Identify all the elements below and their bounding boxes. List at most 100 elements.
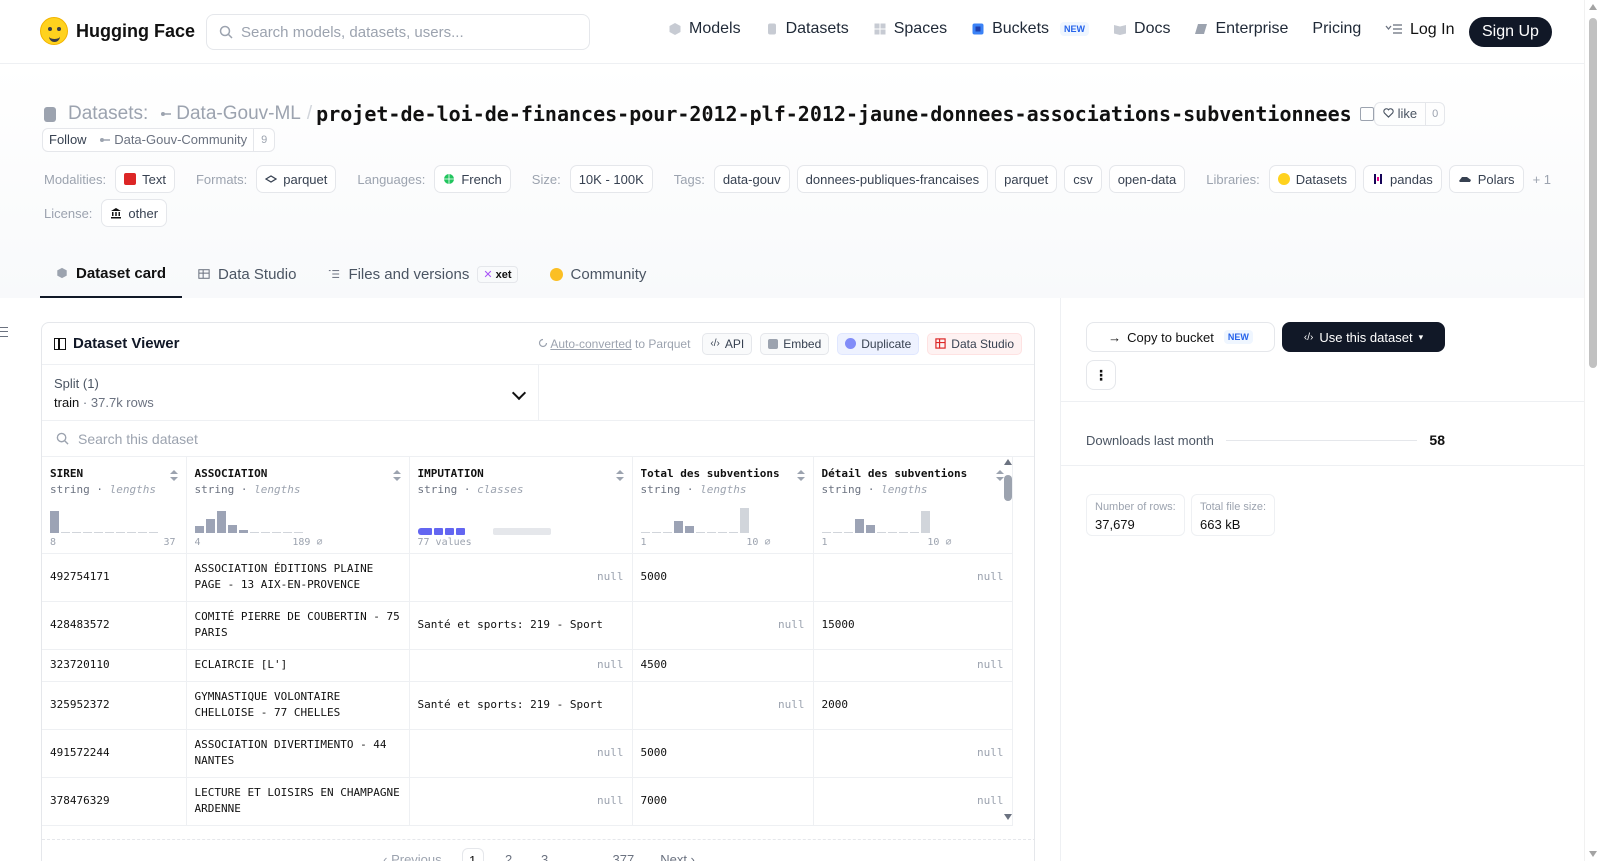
- table-cell[interactable]: null: [409, 777, 633, 826]
- api-button[interactable]: ‹/› API: [702, 332, 753, 355]
- table-cell[interactable]: 4500: [632, 649, 814, 682]
- histogram-bar[interactable]: [260, 532, 270, 533]
- table-cell[interactable]: null: [632, 601, 814, 650]
- histogram-bar[interactable]: [271, 532, 281, 533]
- library-tag-datasets[interactable]: Datasets: [1268, 165, 1357, 193]
- table-cell[interactable]: ASSOCIATION DIVERTIMENTO - 44 NANTES: [186, 729, 410, 778]
- copy-icon[interactable]: [1359, 107, 1374, 121]
- histogram-bar[interactable]: [673, 521, 683, 533]
- table-row[interactable]: 428483572 COMITÉ PIERRE DE COUBERTIN - 75…: [42, 601, 1013, 650]
- histogram-bar[interactable]: [149, 532, 158, 533]
- table-cell[interactable]: 491572244: [42, 729, 187, 778]
- tab-files-and-versions[interactable]: Files and versions ✕ xet: [312, 250, 533, 298]
- table-cell[interactable]: 428483572: [42, 601, 187, 650]
- table-row[interactable]: 323720110 ECLAIRCIE [L'] null 4500 null: [42, 649, 1013, 682]
- license-tag[interactable]: other: [101, 199, 168, 227]
- nav-docs[interactable]: Docs: [1113, 20, 1170, 38]
- page-scrollbar[interactable]: [1584, 0, 1600, 861]
- duplicate-button[interactable]: Duplicate: [837, 332, 920, 355]
- histogram-bar[interactable]: [854, 519, 864, 533]
- table-cell[interactable]: 492754171: [42, 553, 187, 602]
- table-row[interactable]: 325952372 GYMNASTIQUE VOLONTAIRE CHELLOIS…: [42, 681, 1013, 730]
- table-cell[interactable]: 2000: [813, 681, 1013, 730]
- brand-logo[interactable]: Hugging Face: [40, 17, 195, 45]
- table-cell[interactable]: null: [813, 777, 1013, 826]
- histogram-bar[interactable]: [227, 525, 237, 533]
- format-tag-parquet[interactable]: parquet: [256, 165, 337, 193]
- histogram-bar[interactable]: [138, 532, 147, 533]
- tag-data-gouv[interactable]: data-gouv: [713, 165, 790, 193]
- table-cell[interactable]: Santé et sports: 219 - Sport: [409, 681, 633, 730]
- auto-converted-link[interactable]: Auto-converted: [550, 337, 631, 351]
- page-2[interactable]: 2: [498, 848, 520, 861]
- page-last[interactable]: 377: [607, 848, 641, 861]
- histogram-bar[interactable]: [94, 532, 103, 533]
- tab-data-studio[interactable]: Data Studio: [182, 250, 312, 298]
- table-cell[interactable]: 323720110: [42, 649, 187, 682]
- tag-csv[interactable]: csv: [1064, 165, 1102, 193]
- histogram-bar[interactable]: [83, 532, 92, 533]
- library-tag-polars[interactable]: Polars: [1448, 165, 1524, 193]
- more-libraries[interactable]: + 1: [1533, 172, 1551, 187]
- table-cell[interactable]: 378476329: [42, 777, 187, 826]
- table-cell[interactable]: 325952372: [42, 681, 187, 730]
- table-scrollbar[interactable]: [1003, 457, 1013, 822]
- table-cell[interactable]: Santé et sports: 219 - Sport: [409, 601, 633, 650]
- histogram-bar[interactable]: [717, 532, 727, 533]
- histogram-bar[interactable]: [116, 532, 125, 533]
- tab-dataset-card[interactable]: Dataset card: [40, 250, 183, 298]
- histogram-bar[interactable]: [127, 532, 136, 533]
- sort-icon[interactable]: [169, 470, 178, 482]
- page-1[interactable]: 1: [461, 847, 484, 861]
- like-button[interactable]: like 0: [1374, 102, 1446, 126]
- nav-models[interactable]: Models: [668, 20, 741, 38]
- histogram-bar[interactable]: [821, 532, 831, 533]
- tag-parquet[interactable]: parquet: [995, 165, 1058, 193]
- nav-enterprise[interactable]: Enterprise: [1194, 20, 1288, 38]
- table-cell[interactable]: null: [409, 553, 633, 602]
- sort-icon[interactable]: [615, 470, 624, 482]
- column-header-detail-subventions[interactable]: Détail des subventions string · lengths …: [813, 457, 1013, 554]
- copy-to-bucket-button[interactable]: → Copy to bucket NEW: [1086, 322, 1275, 352]
- table-row[interactable]: 378476329 LECTURE ET LOISIRS EN CHAMPAGNE…: [42, 777, 1013, 826]
- nav-buckets[interactable]: Buckets NEW: [971, 20, 1090, 38]
- signup-button[interactable]: Sign Up: [1469, 17, 1552, 47]
- table-cell[interactable]: null: [409, 729, 633, 778]
- nav-more-menu[interactable]: [1385, 22, 1403, 36]
- global-search[interactable]: [206, 14, 590, 50]
- table-row[interactable]: 492754171 ASSOCIATION ÉDITIONS PLAINE PAG…: [42, 553, 1013, 602]
- histogram-bar[interactable]: [249, 532, 259, 533]
- table-cell[interactable]: LECTURE ET LOISIRS EN CHAMPAGNE ARDENNE: [186, 777, 410, 826]
- histogram-bar[interactable]: [920, 511, 930, 533]
- table-cell[interactable]: ASSOCIATION ÉDITIONS PLAINE PAGE - 13 AI…: [186, 553, 410, 602]
- histogram-bar[interactable]: [909, 532, 919, 533]
- histogram-bar[interactable]: [887, 532, 897, 533]
- histogram-bar[interactable]: [238, 530, 248, 533]
- tag-donnees-publiques[interactable]: donnees-publiques-francaises: [796, 165, 989, 193]
- tag-open-data[interactable]: open-data: [1108, 165, 1186, 193]
- histogram-bar[interactable]: [876, 532, 886, 533]
- histogram-bar[interactable]: [898, 532, 908, 533]
- dataset-name[interactable]: projet-de-loi-de-finances-pour-2012-plf-…: [316, 102, 1352, 126]
- histogram-bar[interactable]: [843, 532, 853, 533]
- owner-link[interactable]: Data-Gouv-ML: [176, 103, 301, 125]
- table-cell[interactable]: 5000: [632, 729, 814, 778]
- sort-icon[interactable]: [392, 470, 401, 482]
- page-3[interactable]: 3: [534, 848, 556, 861]
- split-selector[interactable]: Split (1) train · 37.7k rows: [42, 365, 539, 421]
- histogram-bar[interactable]: [194, 526, 204, 533]
- column-header-association[interactable]: ASSOCIATION string · lengths 4 189 ⌀: [186, 457, 410, 554]
- previous-page-button[interactable]: ‹ Previous: [377, 848, 448, 861]
- more-options-button[interactable]: ⋮: [1086, 360, 1116, 390]
- library-tag-pandas[interactable]: pandas: [1363, 165, 1442, 193]
- next-page-button[interactable]: Next ›: [654, 848, 701, 861]
- table-cell[interactable]: null: [813, 729, 1013, 778]
- size-tag[interactable]: 10K - 100K: [569, 165, 653, 193]
- table-cell[interactable]: COMITÉ PIERRE DE COUBERTIN - 75 PARIS: [186, 601, 410, 650]
- table-cell[interactable]: GYMNASTIQUE VOLONTAIRE CHELLOISE - 77 CH…: [186, 681, 410, 730]
- nav-spaces[interactable]: Spaces: [873, 20, 947, 38]
- embed-button[interactable]: Embed: [760, 332, 830, 355]
- modality-tag-text[interactable]: Text: [115, 165, 175, 193]
- data-studio-button[interactable]: Data Studio: [927, 332, 1022, 355]
- table-cell[interactable]: null: [409, 649, 633, 682]
